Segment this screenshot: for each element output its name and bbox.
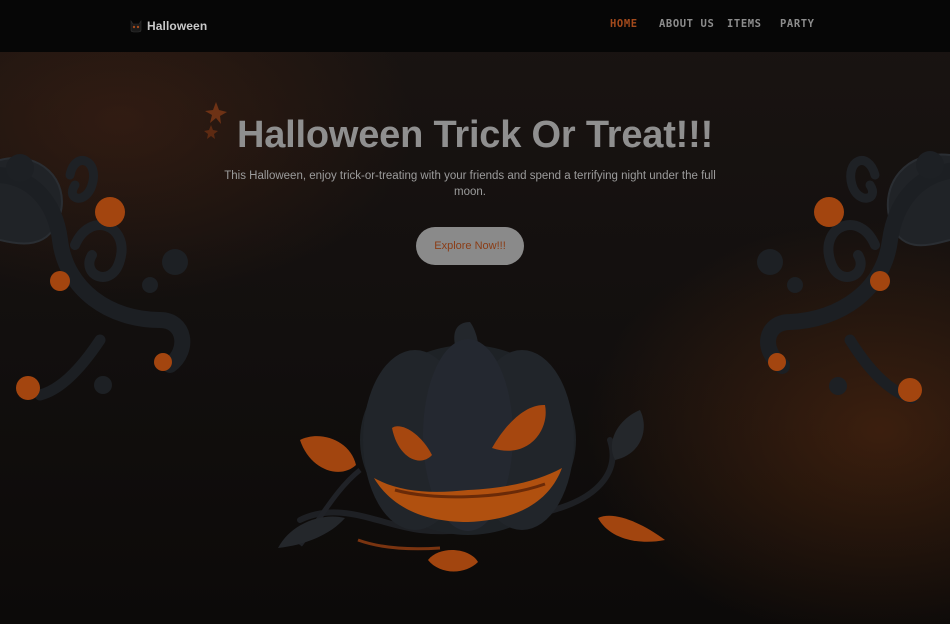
- hero-title: Halloween Trick Or Treat!!!: [236, 114, 714, 156]
- nav-link-about-us[interactable]: ABOUT US: [659, 18, 714, 30]
- hero-illustration: [0, 102, 950, 572]
- nav-link-party[interactable]: PARTY: [780, 18, 815, 30]
- brand-logo[interactable]: Halloween: [129, 17, 207, 35]
- explore-now-button[interactable]: Explore Now!!!: [416, 227, 524, 265]
- nav-link-home[interactable]: HOME: [610, 18, 638, 30]
- cat-icon: [130, 20, 142, 33]
- pumpkin-illustration: [360, 322, 576, 535]
- right-branch-decoration: [757, 151, 950, 404]
- top-navbar: Halloween HOME ABOUT US ITEMS PARTY: [0, 0, 950, 52]
- hero-description: This Halloween, enjoy trick-or-treating …: [224, 170, 716, 198]
- left-branch-decoration: [0, 154, 191, 401]
- nav-link-items[interactable]: ITEMS: [727, 18, 762, 30]
- brand-name: Halloween: [147, 19, 208, 33]
